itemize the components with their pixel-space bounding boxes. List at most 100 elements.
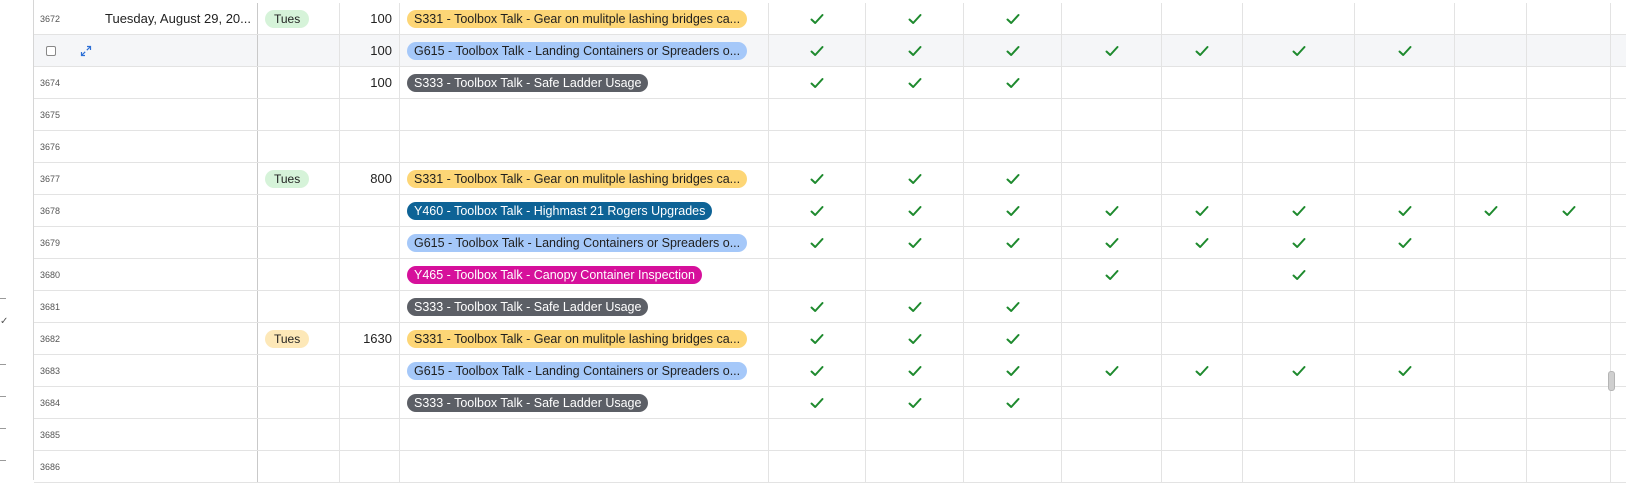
checkbox-cell[interactable]	[1243, 35, 1355, 66]
checkbox-cell[interactable]	[1527, 163, 1611, 194]
checkbox-cell[interactable]	[964, 419, 1062, 450]
checkbox-cell[interactable]	[1162, 163, 1243, 194]
checkbox-cell[interactable]	[866, 35, 964, 66]
table-row[interactable]: 3685	[34, 419, 1626, 451]
table-row[interactable]: 3672 Tuesday, August 29, 20... Tues 100 S331…	[34, 3, 1626, 35]
checkbox-cell[interactable]	[964, 195, 1062, 226]
checkbox-cell[interactable]	[1455, 323, 1527, 354]
checkbox-cell[interactable]	[1527, 387, 1611, 418]
day-cell[interactable]	[258, 227, 340, 258]
table-row[interactable]: 3675	[34, 99, 1626, 131]
checkbox-cell[interactable]	[1527, 355, 1611, 386]
checkbox-cell[interactable]	[866, 67, 964, 98]
checkbox-cell[interactable]	[1355, 131, 1455, 162]
checkbox-cell[interactable]	[1355, 451, 1455, 482]
checkbox-cell[interactable]	[1062, 3, 1162, 34]
day-cell[interactable]: Tues	[258, 323, 340, 354]
table-row[interactable]: 3679 G615 - Toolbox Talk - Landing Contai…	[34, 227, 1626, 259]
time-cell[interactable]	[340, 131, 400, 162]
checkbox-cell[interactable]	[1355, 35, 1455, 66]
toolbox-talk-cell[interactable]: S333 - Toolbox Talk - Safe Ladder Usage	[400, 387, 769, 418]
day-cell[interactable]	[258, 387, 340, 418]
checkbox-cell[interactable]	[964, 3, 1062, 34]
checkbox-cell[interactable]	[1062, 259, 1162, 290]
checkbox-cell[interactable]	[1355, 291, 1455, 322]
checkbox-cell[interactable]	[1527, 227, 1611, 258]
checkbox-cell[interactable]	[1455, 3, 1527, 34]
checkbox-cell[interactable]	[1355, 163, 1455, 194]
toolbox-talk-cell[interactable]: Y465 - Toolbox Talk - Canopy Container I…	[400, 259, 769, 290]
toolbox-talk-cell[interactable]	[400, 99, 769, 130]
checkbox-cell[interactable]	[1455, 195, 1527, 226]
checkbox-cell[interactable]	[866, 131, 964, 162]
time-cell[interactable]: 100	[340, 67, 400, 98]
checkbox-cell[interactable]	[964, 291, 1062, 322]
checkbox-cell[interactable]	[1355, 387, 1455, 418]
time-cell[interactable]	[340, 291, 400, 322]
checkbox-cell[interactable]	[1243, 323, 1355, 354]
checkbox-cell[interactable]	[866, 355, 964, 386]
checkbox-cell[interactable]	[1355, 99, 1455, 130]
checkbox-cell[interactable]	[1527, 291, 1611, 322]
checkbox-cell[interactable]	[1162, 99, 1243, 130]
checkbox-cell[interactable]	[1527, 451, 1611, 482]
checkbox-cell[interactable]	[1062, 419, 1162, 450]
checkbox-cell[interactable]	[866, 387, 964, 418]
date-cell[interactable]	[94, 419, 258, 450]
checkbox-cell[interactable]	[1455, 291, 1527, 322]
checkbox-cell[interactable]	[866, 163, 964, 194]
date-cell[interactable]	[94, 387, 258, 418]
checkbox-cell[interactable]	[1527, 99, 1611, 130]
checkbox-cell[interactable]	[1527, 259, 1611, 290]
checkbox-cell[interactable]	[1355, 259, 1455, 290]
checkbox-cell[interactable]	[1162, 259, 1243, 290]
time-cell[interactable]: 800	[340, 163, 400, 194]
table-row[interactable]: 3680 Y465 - Toolbox Talk - Canopy Contain…	[34, 259, 1626, 291]
expand-icon[interactable]	[80, 45, 92, 57]
checkbox-cell[interactable]	[1243, 99, 1355, 130]
checkbox-cell[interactable]	[1243, 419, 1355, 450]
checkbox-cell[interactable]	[866, 323, 964, 354]
table-row[interactable]: 3676	[34, 131, 1626, 163]
checkbox-cell[interactable]	[769, 323, 866, 354]
day-cell[interactable]	[258, 419, 340, 450]
date-cell[interactable]	[94, 355, 258, 386]
date-cell[interactable]	[94, 163, 258, 194]
checkbox-cell[interactable]	[1162, 35, 1243, 66]
checkbox-cell[interactable]	[1162, 451, 1243, 482]
date-cell[interactable]	[94, 99, 258, 130]
checkbox-cell[interactable]	[1527, 131, 1611, 162]
checkbox-cell[interactable]	[1162, 195, 1243, 226]
checkbox-cell[interactable]	[1062, 35, 1162, 66]
day-cell[interactable]	[258, 259, 340, 290]
checkbox-cell[interactable]	[964, 131, 1062, 162]
table-row[interactable]: 3682 Tues 1630 S331 - Toolbox Talk - Gear o…	[34, 323, 1626, 355]
checkbox-cell[interactable]	[1355, 3, 1455, 34]
date-cell[interactable]: Tuesday, August 29, 20...	[94, 3, 258, 34]
checkbox-cell[interactable]	[1527, 3, 1611, 34]
toolbox-talk-cell[interactable]	[400, 131, 769, 162]
checkbox-cell[interactable]	[866, 99, 964, 130]
table-row[interactable]: 3681 S333 - Toolbox Talk - Safe Ladder Us…	[34, 291, 1626, 323]
time-cell[interactable]	[340, 259, 400, 290]
checkbox-cell[interactable]	[769, 355, 866, 386]
table-row[interactable]: 3678 Y460 - Toolbox Talk - Highmast 21 Ro…	[34, 195, 1626, 227]
checkbox-cell[interactable]	[1243, 387, 1355, 418]
date-cell[interactable]	[94, 131, 258, 162]
time-cell[interactable]	[340, 419, 400, 450]
checkbox-cell[interactable]	[769, 99, 866, 130]
checkbox-cell[interactable]	[1062, 451, 1162, 482]
toolbox-talk-cell[interactable]	[400, 419, 769, 450]
time-cell[interactable]: 100	[340, 35, 400, 66]
time-cell[interactable]	[340, 387, 400, 418]
checkbox-cell[interactable]	[866, 291, 964, 322]
checkbox-cell[interactable]	[866, 419, 964, 450]
checkbox-cell[interactable]	[866, 259, 964, 290]
checkbox-cell[interactable]	[1062, 387, 1162, 418]
checkbox-cell[interactable]	[1162, 387, 1243, 418]
day-cell[interactable]	[258, 195, 340, 226]
checkbox-cell[interactable]	[1162, 227, 1243, 258]
date-cell[interactable]	[94, 35, 258, 66]
day-cell[interactable]	[258, 451, 340, 482]
checkbox-cell[interactable]	[769, 259, 866, 290]
